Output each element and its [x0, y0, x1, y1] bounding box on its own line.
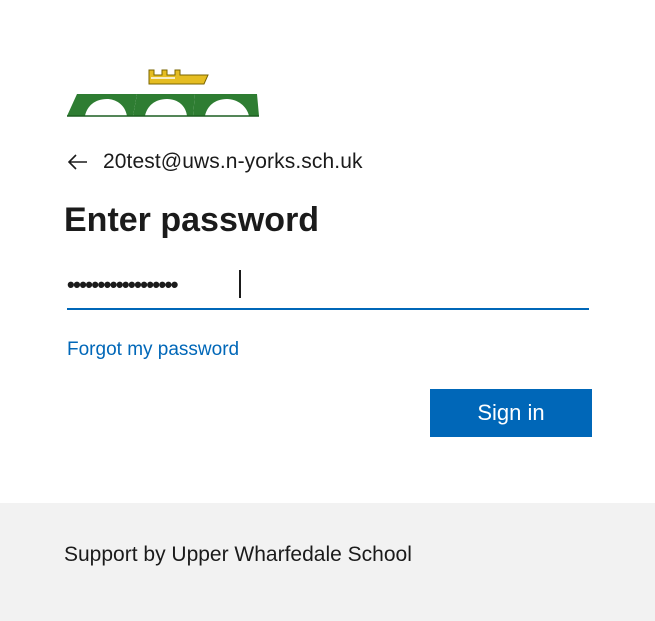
- footer-support-text: Support by Upper Wharfedale School: [64, 543, 412, 566]
- crown-icon: [148, 69, 209, 85]
- sign-in-button[interactable]: Sign in: [430, 389, 592, 437]
- footer: Support by Upper Wharfedale School: [0, 503, 655, 621]
- school-logo: [65, 66, 259, 118]
- account-email: 20test@uws.n-yorks.sch.uk: [103, 150, 363, 173]
- text-caret: [239, 270, 241, 298]
- account-identity: 20test@uws.n-yorks.sch.uk: [67, 148, 363, 176]
- sign-in-page: 20test@uws.n-yorks.sch.uk Enter password…: [0, 0, 655, 621]
- forgot-password-link[interactable]: Forgot my password: [67, 339, 239, 361]
- password-field[interactable]: ••••••••••••••••••: [67, 264, 589, 310]
- sign-in-card: 20test@uws.n-yorks.sch.uk Enter password…: [0, 0, 655, 503]
- arrow-left-icon[interactable]: [67, 151, 89, 173]
- page-title: Enter password: [64, 201, 320, 239]
- bridge-icon: [67, 94, 259, 117]
- password-masked-value: ••••••••••••••••••: [67, 272, 178, 297]
